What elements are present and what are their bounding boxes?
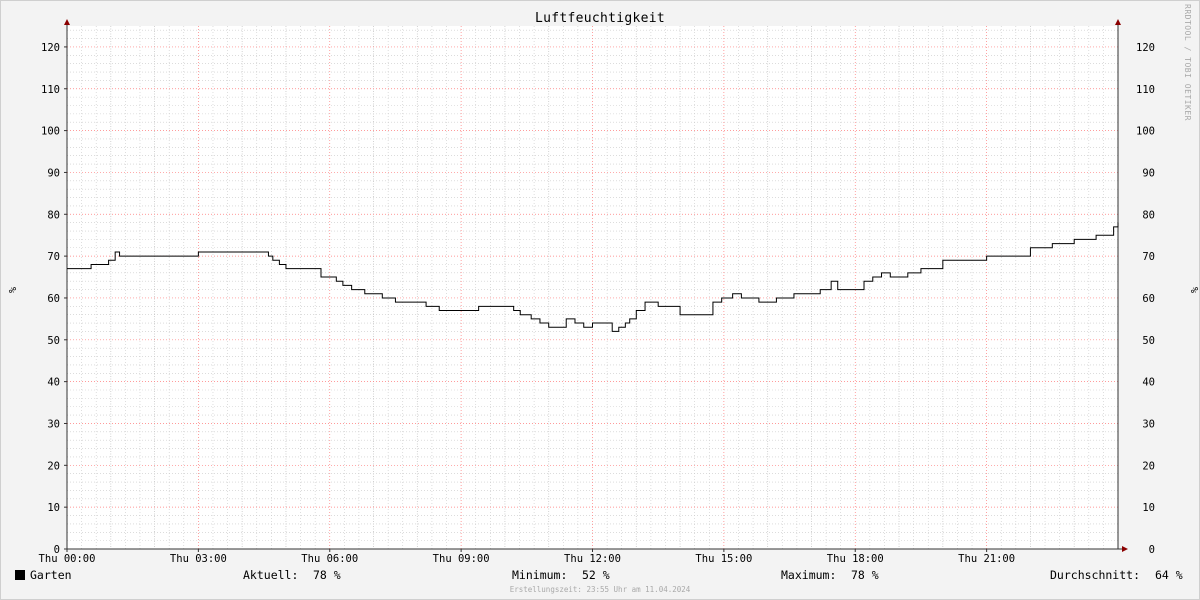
y-tick-label-right: 90 bbox=[1142, 167, 1155, 179]
legend-current-label: Aktuell: bbox=[243, 568, 299, 582]
y-tick-label-right: 80 bbox=[1142, 209, 1155, 221]
legend-swatch bbox=[15, 570, 25, 580]
y-tick-label-left: 50 bbox=[47, 335, 60, 347]
legend-min-value: 52 % bbox=[582, 568, 610, 582]
x-tick-label: Thu 09:00 bbox=[433, 553, 490, 565]
chart-title: Luftfeuchtigkeit bbox=[534, 11, 666, 26]
y-tick-label-left: 60 bbox=[47, 293, 60, 305]
x-tick-label: Thu 18:00 bbox=[827, 553, 884, 565]
y-tick-label-left: 110 bbox=[41, 84, 60, 96]
x-tick-label: Thu 21:00 bbox=[958, 553, 1015, 565]
y-tick-label-right: 0 bbox=[1149, 544, 1155, 556]
x-tick-label: Thu 06:00 bbox=[301, 553, 358, 565]
x-tick-label: Thu 00:00 bbox=[39, 553, 96, 565]
y-tick-label-left: 70 bbox=[47, 251, 60, 263]
legend-avg-label: Durchschnitt: bbox=[1050, 568, 1141, 582]
x-tick-label: Thu 12:00 bbox=[564, 553, 621, 565]
y-tick-label-right: 120 bbox=[1136, 42, 1155, 54]
y-axis-label-right: % bbox=[1188, 287, 1199, 293]
y-tick-label-right: 10 bbox=[1142, 502, 1155, 514]
x-tick-label: Thu 15:00 bbox=[695, 553, 752, 565]
y-tick-label-right: 50 bbox=[1142, 335, 1155, 347]
y-tick-label-right: 20 bbox=[1142, 460, 1155, 472]
x-tick-label: Thu 03:00 bbox=[170, 553, 227, 565]
x-axis-arrow bbox=[1122, 546, 1128, 552]
y-tick-label-left: 80 bbox=[47, 209, 60, 221]
y-tick-label-left: 100 bbox=[41, 126, 60, 138]
y-tick-label-left: 20 bbox=[47, 460, 60, 472]
y-tick-label-right: 70 bbox=[1142, 251, 1155, 263]
chart-canvas: 0 010 1020 2030 3040 4050 5060 6070 7080 8090 9010… bbox=[6, 19, 1199, 565]
legend-series-label: Garten bbox=[30, 568, 72, 582]
y-tick-label-right: 40 bbox=[1142, 377, 1155, 389]
y-tick-label-left: 120 bbox=[41, 42, 60, 54]
y-tick-label-left: 10 bbox=[47, 502, 60, 514]
creation-timestamp: Erstellungszeit: 23:55 Uhr am 11.04.2024 bbox=[509, 585, 691, 594]
legend-avg-value: 64 % bbox=[1155, 568, 1183, 582]
y-tick-label-left: 30 bbox=[47, 418, 60, 430]
rrdtool-watermark: RRDTOOL / TOBI OETIKER bbox=[1183, 4, 1192, 121]
y-tick-label-left: 40 bbox=[47, 377, 60, 389]
y-tick-label-right: 100 bbox=[1136, 126, 1155, 138]
y-tick-label-right: 30 bbox=[1142, 418, 1155, 430]
y-axis-label-left: % bbox=[6, 287, 17, 293]
legend-max-value: 78 % bbox=[851, 568, 879, 582]
y-tick-label-left: 90 bbox=[47, 167, 60, 179]
legend-max-label: Maximum: bbox=[781, 568, 837, 582]
legend-current-value: 78 % bbox=[313, 568, 341, 582]
y-tick-label-right: 110 bbox=[1136, 84, 1155, 96]
legend-min-label: Minimum: bbox=[512, 568, 568, 582]
y-tick-label-right: 60 bbox=[1142, 293, 1155, 305]
